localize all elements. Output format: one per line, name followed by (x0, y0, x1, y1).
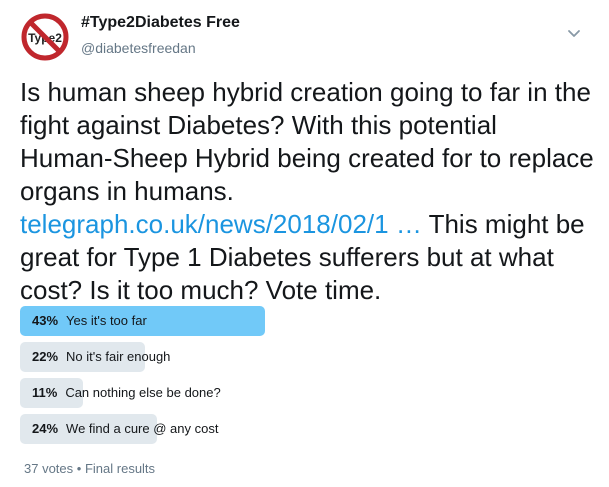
poll: 43% Yes it's too far 22% No it's fair enoug… (20, 306, 580, 450)
poll-percent: 24% (32, 421, 59, 436)
avatar[interactable]: Type2 (20, 12, 70, 62)
poll-choice-text: We find a cure @ any cost (66, 421, 219, 436)
chevron-down-icon[interactable] (566, 26, 582, 42)
poll-option-label: 11% Can nothing else be done? (32, 378, 221, 408)
footer-separator: • (76, 461, 82, 476)
poll-choice-text: No it's fair enough (66, 349, 171, 364)
poll-option: 11% Can nothing else be done? (20, 378, 580, 408)
poll-percent: 43% (32, 313, 59, 328)
no-type2-avatar-icon: Type2 (21, 13, 69, 61)
poll-option-label: 22% No it's fair enough (32, 342, 170, 372)
poll-choice-text: Can nothing else be done? (65, 385, 221, 400)
article-link[interactable]: telegraph.co.uk/news/2018/02/1 … (20, 209, 422, 239)
poll-percent: 22% (32, 349, 59, 364)
poll-option-label: 43% Yes it's too far (32, 306, 147, 336)
poll-option: 24% We find a cure @ any cost (20, 414, 580, 444)
tweet-text: Is human sheep hybrid creation going to … (20, 76, 595, 307)
poll-option-label: 24% We find a cure @ any cost (32, 414, 218, 444)
poll-percent: 11% (32, 385, 58, 400)
poll-choice-text: Yes it's too far (66, 313, 147, 328)
poll-footer: 37 votes • Final results (24, 461, 155, 476)
user-handle[interactable]: @diabetesfreedan (81, 40, 196, 56)
tweet-text-part1: Is human sheep hybrid creation going to … (20, 77, 594, 206)
poll-option: 22% No it's fair enough (20, 342, 580, 372)
poll-status: Final results (84, 461, 156, 476)
display-name[interactable]: #Type2Diabetes Free (81, 14, 240, 32)
vote-count: 37 votes (24, 461, 74, 476)
poll-option: 43% Yes it's too far (20, 306, 580, 336)
